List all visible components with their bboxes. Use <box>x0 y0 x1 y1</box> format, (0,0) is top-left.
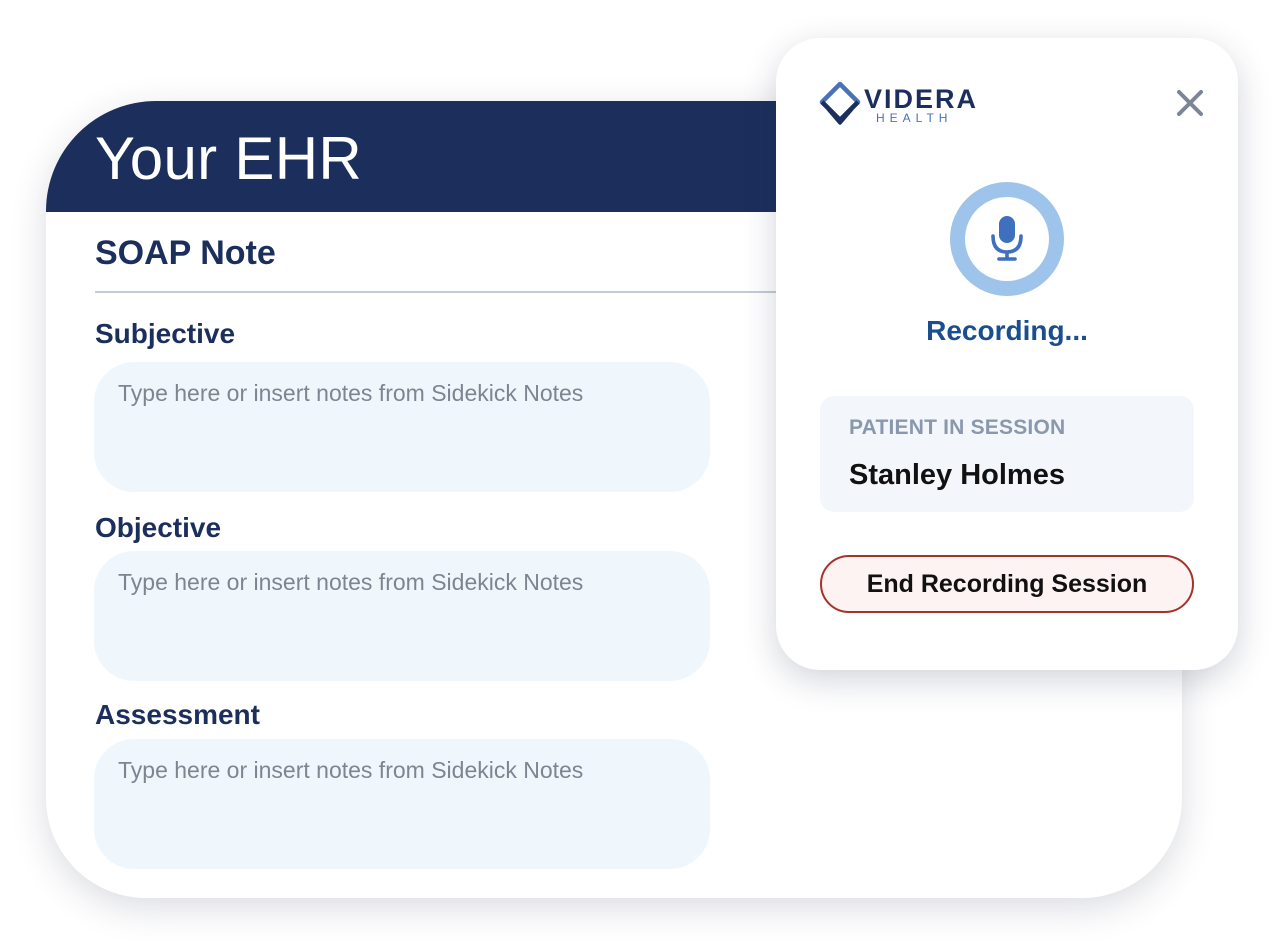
assessment-field[interactable] <box>94 739 710 869</box>
recording-popup: VIDERA HEALTH Recording... PATIENT IN SE… <box>776 38 1238 670</box>
microphone-icon <box>991 216 1023 261</box>
patient-label: PATIENT IN SESSION <box>849 416 1066 439</box>
close-button[interactable] <box>1173 86 1207 120</box>
patient-name: Stanley Holmes <box>849 459 1065 491</box>
close-icon <box>1177 90 1203 116</box>
recording-mic-button[interactable] <box>950 182 1064 296</box>
logo-wordmark: VIDERA <box>864 84 979 114</box>
videra-diamond-logo-icon <box>819 82 861 125</box>
assessment-label: Assessment <box>95 699 260 730</box>
stage: Your EHR SOAP Note Subjective Objective … <box>0 0 1283 952</box>
subjective-label: Subjective <box>95 318 236 349</box>
objective-field[interactable] <box>94 551 710 681</box>
subjective-field[interactable] <box>94 362 710 492</box>
objective-label: Objective <box>95 512 222 543</box>
videra-health-logo: VIDERA HEALTH <box>818 82 978 126</box>
end-recording-button[interactable]: End Recording Session <box>820 555 1194 613</box>
ehr-title: Your EHR <box>95 125 362 192</box>
patient-in-session-card: PATIENT IN SESSION Stanley Holmes <box>820 396 1194 512</box>
mic-inner-circle <box>965 197 1049 281</box>
soap-note-title: SOAP Note <box>95 234 276 272</box>
soap-divider <box>95 291 795 293</box>
recording-status: Recording... <box>926 315 1088 346</box>
logo-subtitle: HEALTH <box>876 111 953 125</box>
